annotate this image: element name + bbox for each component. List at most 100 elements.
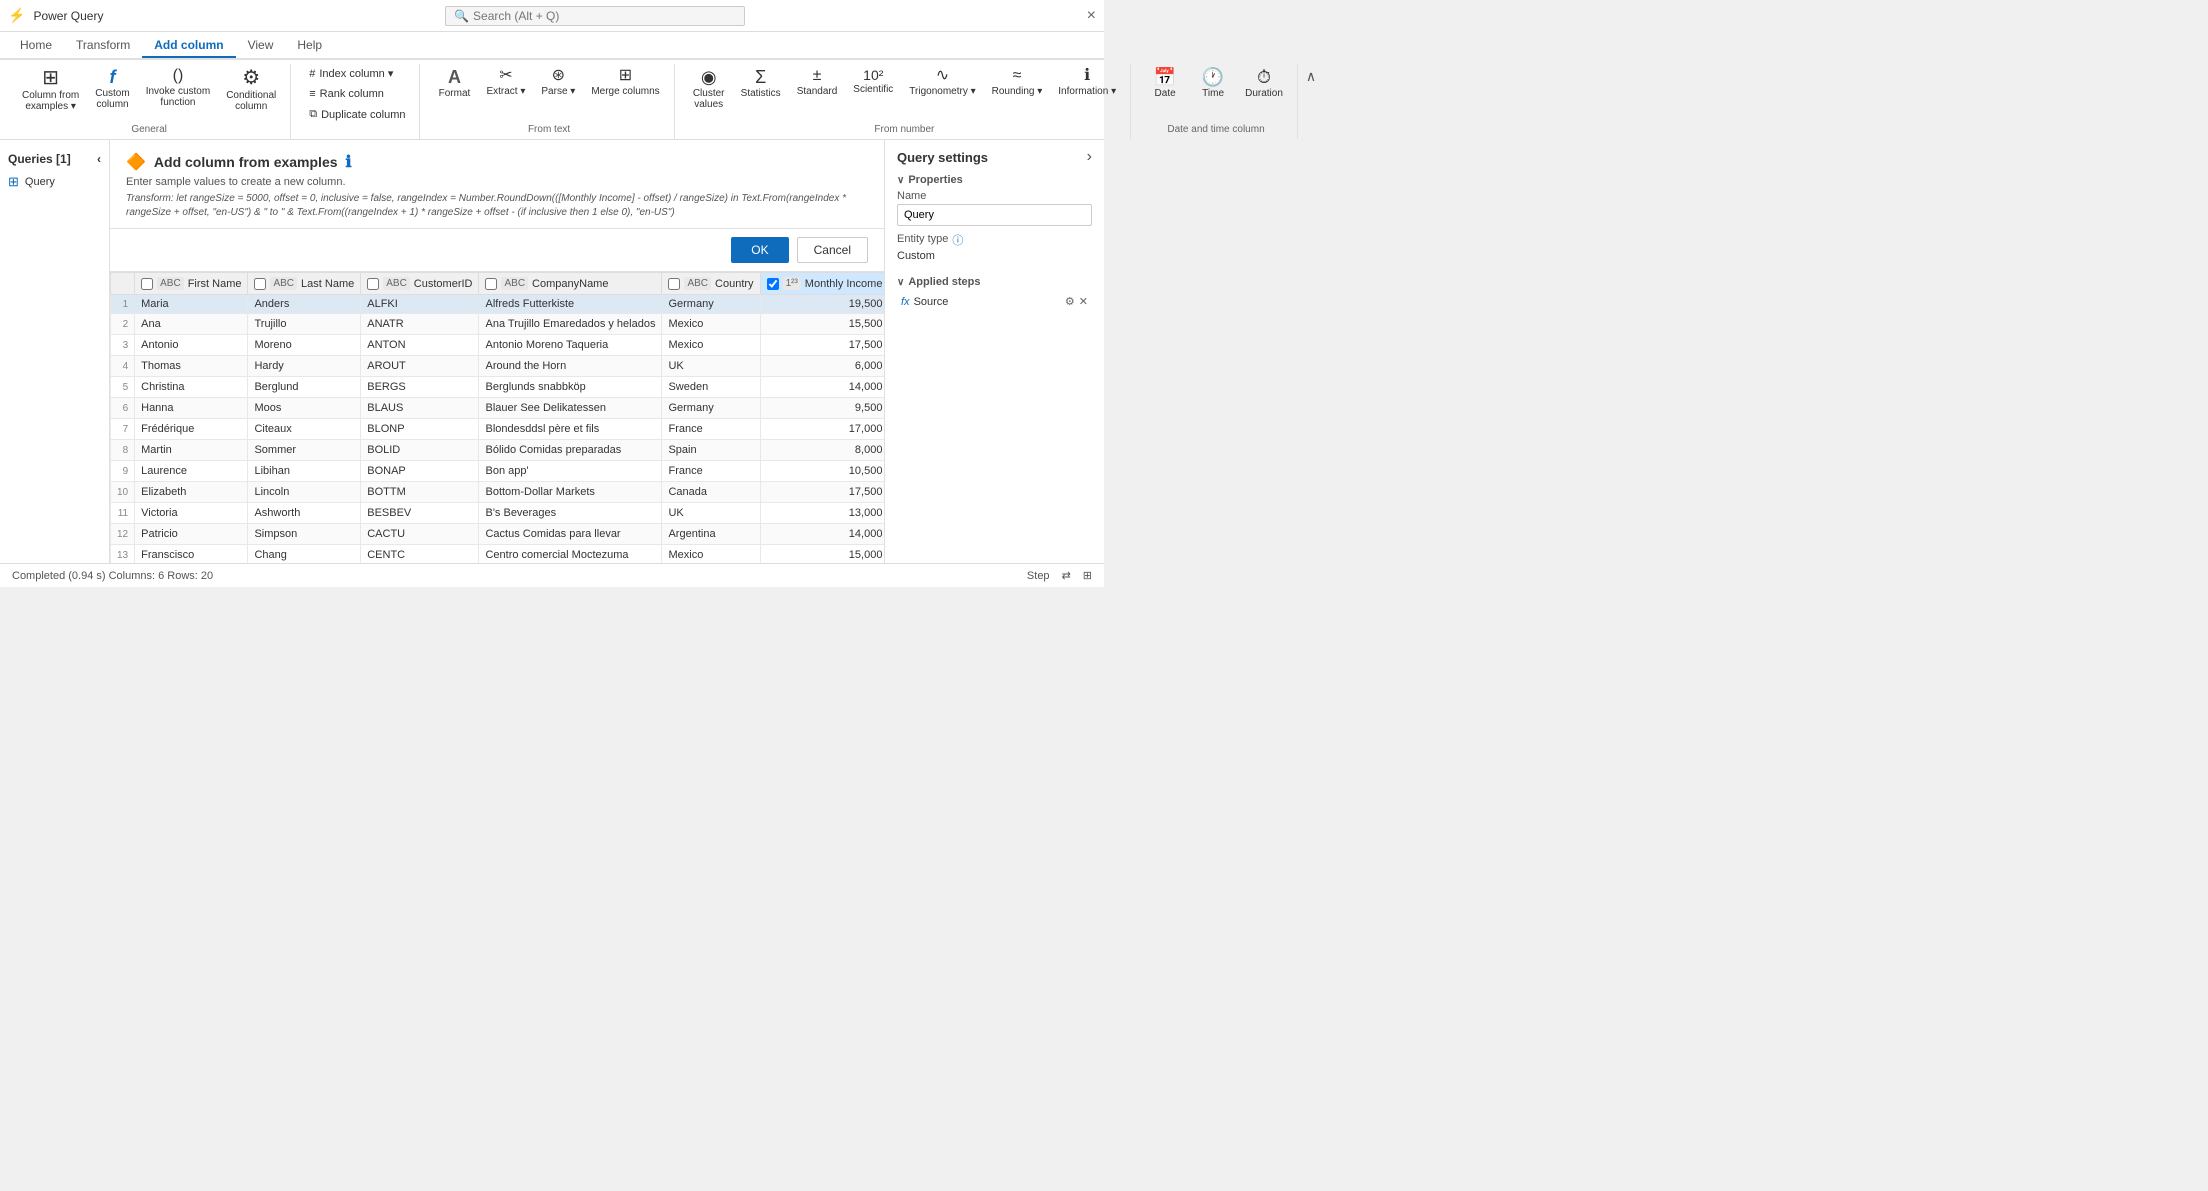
cell-companyname: Around the Horn <box>479 356 662 377</box>
table-row: 12 Patricio Simpson CACTU Cactus Comidas… <box>111 524 885 545</box>
customerid-checkbox[interactable] <box>367 278 379 290</box>
invoke-custom-function-button[interactable]: () Invoke customfunction <box>140 64 216 112</box>
close-button[interactable]: × <box>1087 7 1096 25</box>
sidebar-collapse-icon[interactable]: ‹ <box>97 152 101 166</box>
step-delete-icon[interactable]: ✕ <box>1079 295 1088 308</box>
duplicate-column-label: Duplicate column <box>321 109 405 121</box>
custom-column-button[interactable]: f Customcolumn <box>89 64 135 114</box>
firstname-col-label: First Name <box>188 278 242 290</box>
ribbon-collapse-button[interactable]: ∧ <box>1302 64 1320 139</box>
monthly-income-checkbox[interactable] <box>767 278 779 290</box>
tab-add-column[interactable]: Add column <box>142 34 235 58</box>
ribbon-group-label-index <box>303 131 411 135</box>
information-label: Information ▾ <box>1058 86 1116 97</box>
col-header-companyname[interactable]: ABC CompanyName <box>479 273 662 295</box>
cell-companyname: Blauer See Delikatessen <box>479 398 662 419</box>
tab-help[interactable]: Help <box>285 34 334 58</box>
format-button[interactable]: A Format <box>432 64 476 103</box>
table-row: 13 Franscisco Chang CENTC Centro comerci… <box>111 545 885 564</box>
parse-button[interactable]: ⊛ Parse ▾ <box>535 64 581 101</box>
grid-view-icon[interactable]: ⊞ <box>1083 569 1092 582</box>
cell-country: Spain <box>662 440 760 461</box>
rank-column-icon: ≡ <box>309 88 315 100</box>
time-button[interactable]: 🕐 Time <box>1191 64 1235 103</box>
panel-subtitle: Enter sample values to create a new colu… <box>126 176 868 188</box>
duration-icon: ⏱ <box>1257 68 1271 86</box>
statistics-button[interactable]: Σ Statistics <box>735 64 787 103</box>
name-input[interactable] <box>897 204 1092 226</box>
lastname-col-label: Last Name <box>301 278 354 290</box>
cell-customerid: BESBEV <box>361 503 479 524</box>
cluster-values-button[interactable]: ◉ Clustervalues <box>687 64 731 114</box>
table-icon: ⊞ <box>8 174 19 190</box>
row-num: 11 <box>111 503 135 524</box>
col-header-customerid[interactable]: ABC CustomerID <box>361 273 479 295</box>
table-row: 10 Elizabeth Lincoln BOTTM Bottom-Dollar… <box>111 482 885 503</box>
duration-button[interactable]: ⏱ Duration <box>1239 64 1289 103</box>
search-input[interactable] <box>473 9 723 23</box>
step-item-source[interactable]: fx Source ⚙ ✕ <box>897 292 1092 311</box>
cell-customerid: CACTU <box>361 524 479 545</box>
conditional-column-button[interactable]: ⚙ Conditionalcolumn <box>220 64 282 116</box>
cell-customerid: ANTON <box>361 335 479 356</box>
cell-customerid: BLONP <box>361 419 479 440</box>
help-icon[interactable]: ℹ <box>346 152 352 172</box>
country-type-badge: ABC <box>684 277 711 290</box>
sidebar-header: Queries [1] ‹ <box>0 148 109 170</box>
conditional-column-icon: ⚙ <box>242 68 260 88</box>
table-row: 1 Maria Anders ALFKI Alfreds Futterkiste… <box>111 295 885 314</box>
scientific-button[interactable]: 10² Scientific <box>847 64 899 99</box>
cell-lastname: Lincoln <box>248 482 361 503</box>
duplicate-column-button[interactable]: ⧉ Duplicate column <box>303 105 411 124</box>
cancel-button[interactable]: Cancel <box>797 237 868 263</box>
trigonometry-button[interactable]: ∿ Trigonometry ▾ <box>903 64 981 101</box>
table-row: 11 Victoria Ashworth BESBEV B's Beverage… <box>111 503 885 524</box>
lastname-checkbox[interactable] <box>254 278 266 290</box>
merge-columns-button[interactable]: ⊞ Merge columns <box>585 64 665 101</box>
date-label: Date <box>1155 88 1176 99</box>
cell-country: Mexico <box>662 545 760 564</box>
firstname-checkbox[interactable] <box>141 278 153 290</box>
standard-button[interactable]: ± Standard <box>791 64 844 101</box>
col-header-firstname[interactable]: ABC First Name <box>135 273 248 295</box>
cell-monthly-income: 6,000 <box>760 356 884 377</box>
search-box[interactable]: 🔍 <box>445 6 745 26</box>
rounding-button[interactable]: ≈ Rounding ▾ <box>986 64 1049 101</box>
index-column-button[interactable]: # Index column ▾ <box>303 64 411 83</box>
col-header-lastname[interactable]: ABC Last Name <box>248 273 361 295</box>
rank-column-button[interactable]: ≡ Rank column <box>303 85 411 103</box>
col-header-num <box>111 273 135 295</box>
customerid-col-label: CustomerID <box>414 278 473 290</box>
companyname-checkbox[interactable] <box>485 278 497 290</box>
tab-transform[interactable]: Transform <box>64 34 142 58</box>
cell-customerid: AROUT <box>361 356 479 377</box>
scientific-icon: 10² <box>863 68 883 82</box>
cell-lastname: Citeaux <box>248 419 361 440</box>
cluster-values-label: Clustervalues <box>693 88 725 110</box>
step-settings-icon[interactable]: ⚙ <box>1065 295 1075 308</box>
information-button[interactable]: ℹ Information ▾ <box>1052 64 1122 101</box>
cell-lastname: Moos <box>248 398 361 419</box>
cell-firstname: Martin <box>135 440 248 461</box>
custom-column-icon: f <box>109 68 115 86</box>
ribbon-group-from-number: ◉ Clustervalues Σ Statistics ± Standard … <box>679 64 1131 139</box>
merge-columns-icon: ⊞ <box>619 68 632 84</box>
table-row: 9 Laurence Libihan BONAP Bon app' France… <box>111 461 885 482</box>
col-header-monthly-income[interactable]: 1²³ Monthly Income <box>760 273 884 295</box>
cell-country: Canada <box>662 482 760 503</box>
sidebar-item-query[interactable]: ⊞ Query <box>0 170 109 194</box>
col-header-country[interactable]: ABC Country <box>662 273 760 295</box>
right-panel-expand-icon[interactable]: › <box>1087 148 1092 166</box>
row-num: 2 <box>111 314 135 335</box>
tab-home[interactable]: Home <box>8 34 64 58</box>
index-column-icon: # <box>309 68 315 80</box>
date-button[interactable]: 📅 Date <box>1143 64 1187 103</box>
ok-button[interactable]: OK <box>731 237 788 263</box>
column-from-examples-button[interactable]: ⊞ Column fromexamples ▾ <box>16 64 85 116</box>
country-checkbox[interactable] <box>668 278 680 290</box>
tab-view[interactable]: View <box>236 34 286 58</box>
trigonometry-label: Trigonometry ▾ <box>909 86 975 97</box>
step-nav-icon[interactable]: ⇄ <box>1062 569 1071 582</box>
extract-button[interactable]: ✂ Extract ▾ <box>480 64 531 101</box>
time-label: Time <box>1202 88 1224 99</box>
